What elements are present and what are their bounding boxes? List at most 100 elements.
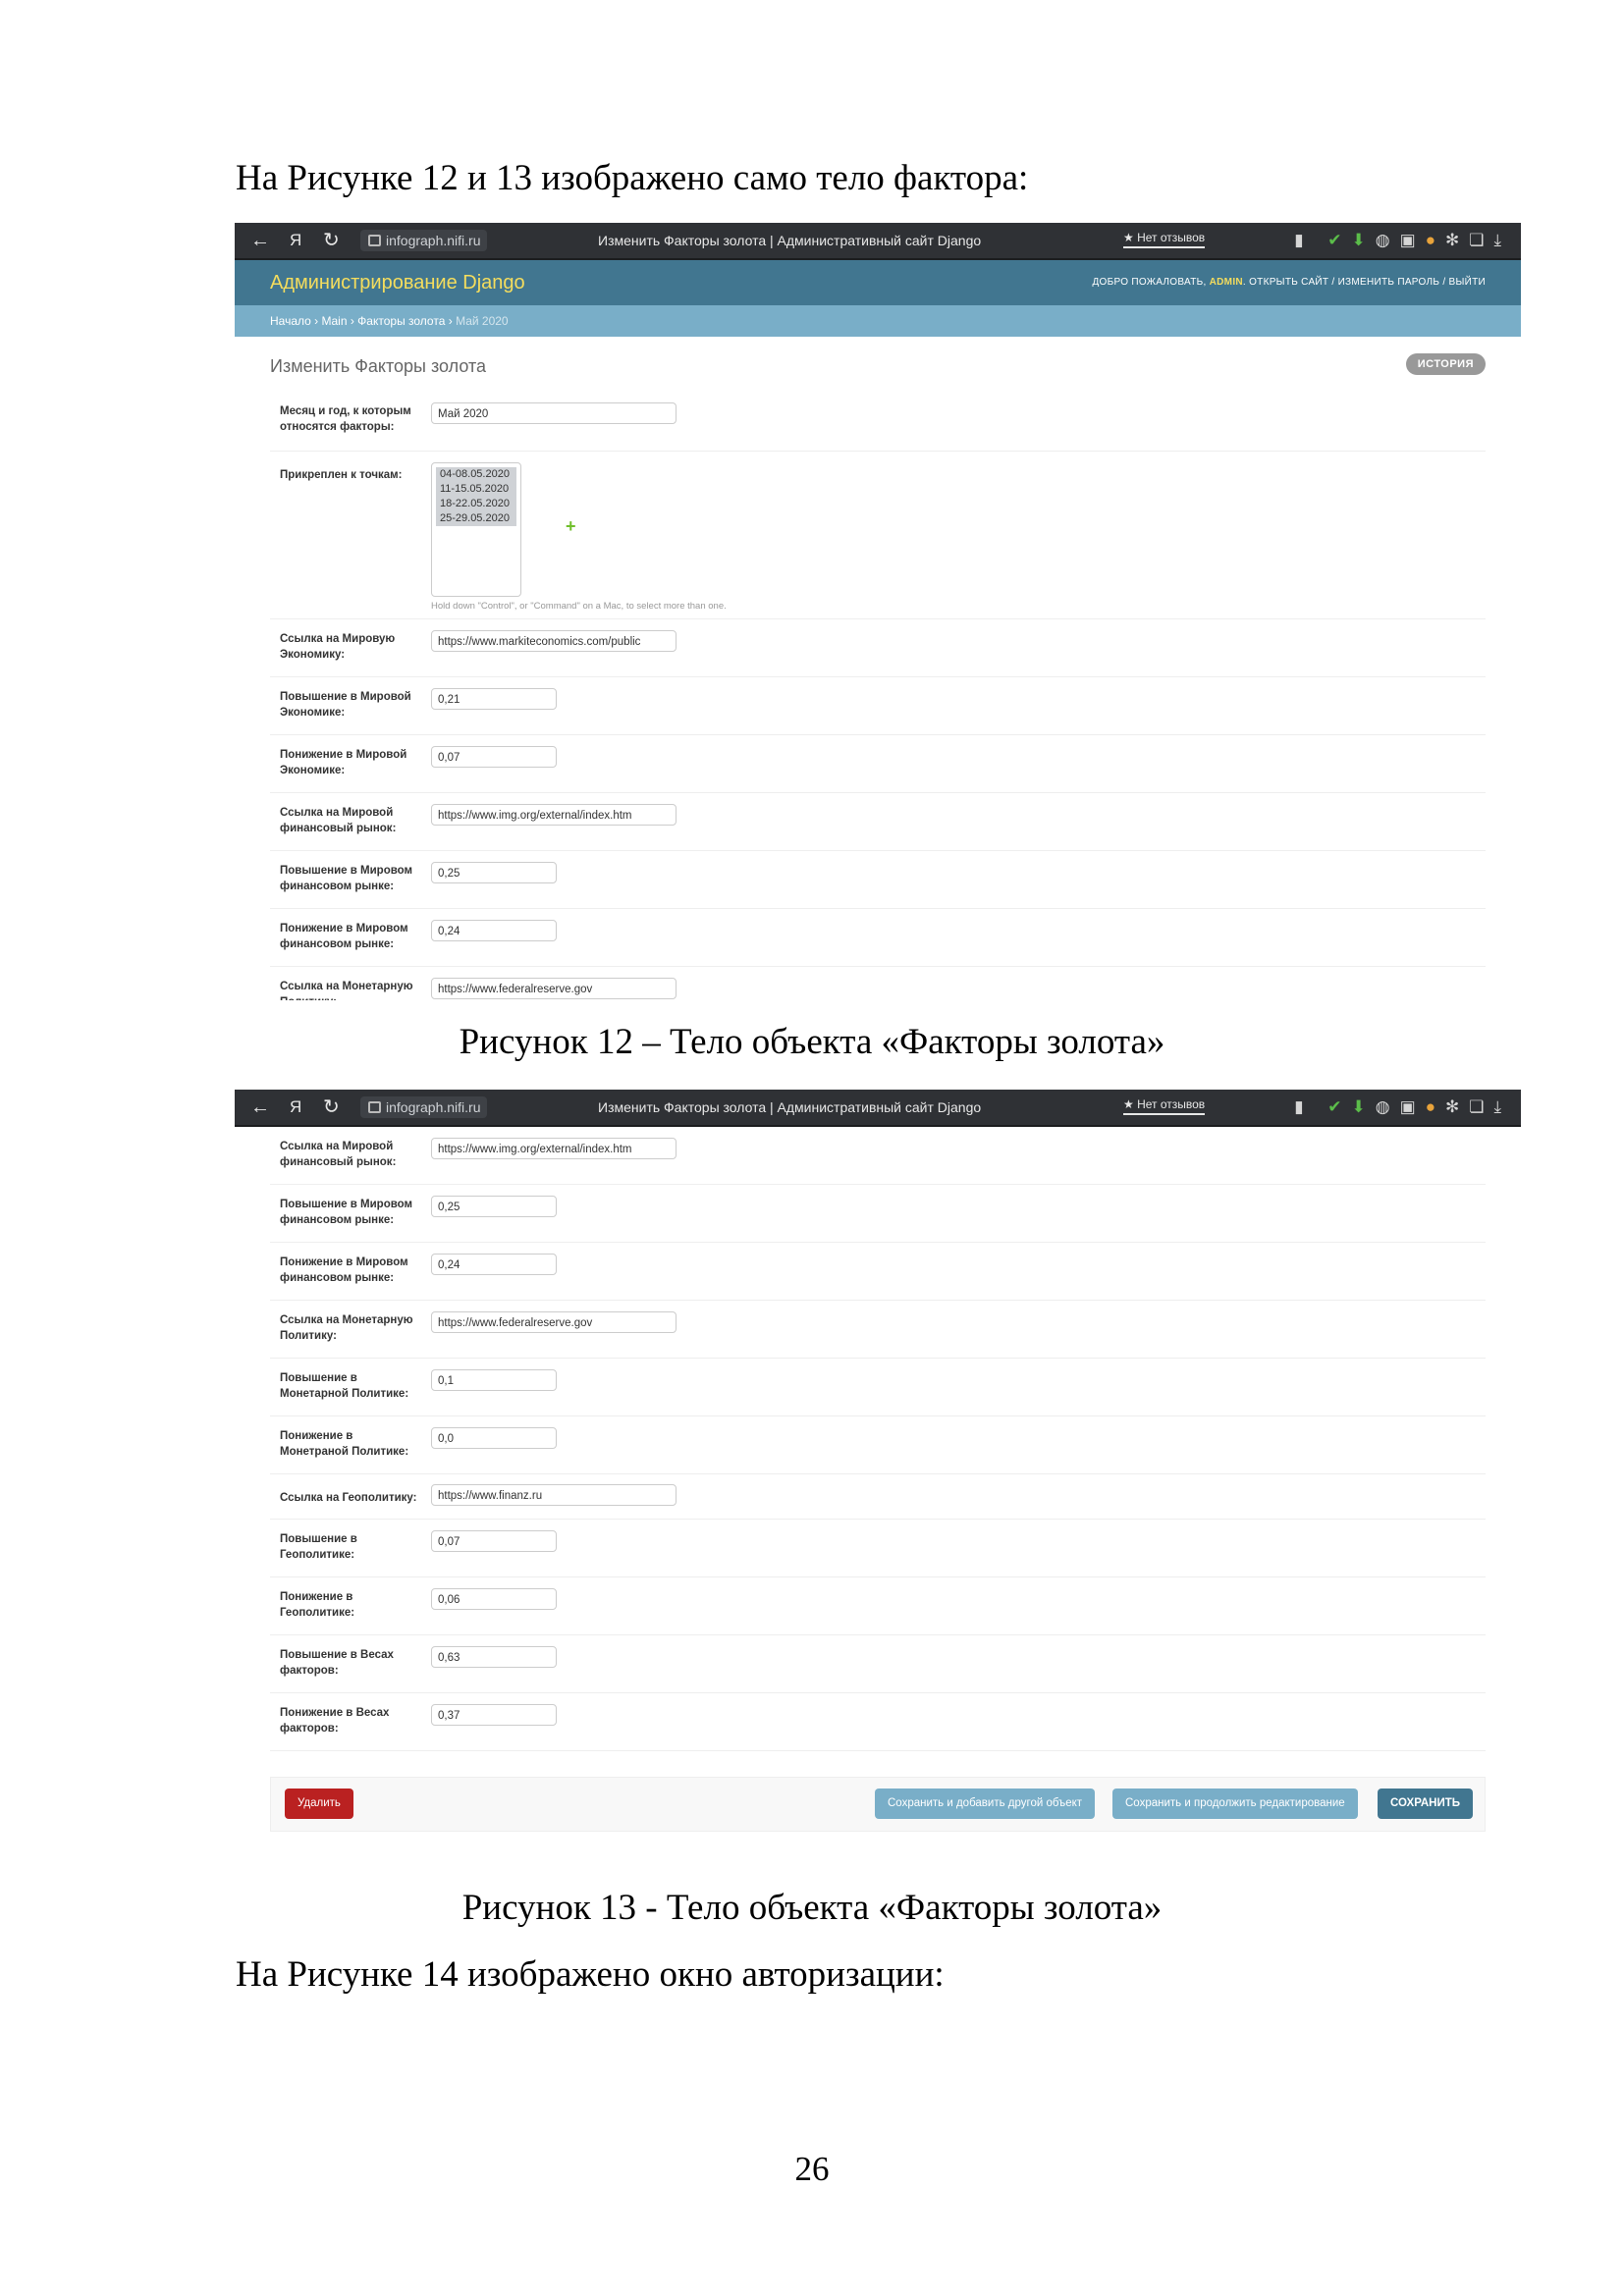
save-and-continue-button[interactable]: Сохранить и продолжить редактирование bbox=[1112, 1789, 1358, 1819]
reload-icon[interactable]: ↻ bbox=[323, 223, 340, 258]
field-label: Ссылка на Мировой финансовый рынок: bbox=[280, 1141, 397, 1168]
glasses-icon[interactable]: ▣ bbox=[1400, 1097, 1426, 1116]
points-option[interactable]: 04-08.05.2020 bbox=[436, 467, 516, 482]
help-text: Hold down "Control", or "Command" on a M… bbox=[431, 601, 727, 612]
chat-icon[interactable]: ❏ bbox=[1469, 231, 1493, 249]
tab-title: Изменить Факторы золота | Административн… bbox=[598, 1099, 982, 1115]
field-label: Повышение в Весах факторов: bbox=[280, 1649, 394, 1677]
geopolitics-up-input[interactable]: 0,07 bbox=[431, 1530, 557, 1552]
breadcrumb-home[interactable]: Начало bbox=[270, 314, 311, 328]
admin-brand[interactable]: Администрирование Django bbox=[270, 260, 525, 305]
tab-title: Изменить Факторы золота | Административн… bbox=[598, 233, 982, 248]
form-row: Ссылка на Геополитику: https://www.finan… bbox=[270, 1474, 1486, 1520]
shield-icon[interactable]: ✔ bbox=[1327, 1097, 1351, 1116]
points-option[interactable]: 18-22.05.2020 bbox=[436, 497, 516, 511]
form-row: Повышение в Весах факторов: 0,63 bbox=[270, 1635, 1486, 1693]
change-form: Ссылка на Мировой финансовый рынок: http… bbox=[235, 1127, 1521, 1832]
download-icon[interactable]: ⤓ bbox=[1493, 231, 1511, 249]
save-button[interactable]: СОХРАНИТЬ bbox=[1378, 1789, 1474, 1819]
monetary-policy-link-input[interactable]: https://www.federalreserve.gov bbox=[431, 1311, 677, 1333]
cookie-icon[interactable]: ● bbox=[1426, 231, 1445, 249]
field-label: Повышение в Мировом финансовом рынке: bbox=[280, 1199, 413, 1226]
weights-down-input[interactable]: 0,37 bbox=[431, 1704, 557, 1726]
back-icon[interactable]: ← bbox=[250, 223, 270, 258]
form-row: Ссылка на Монетарную Политику: https://w… bbox=[270, 967, 1486, 1000]
gear-icon[interactable]: ✻ bbox=[1445, 231, 1469, 249]
shield-icon[interactable]: ✔ bbox=[1327, 231, 1351, 249]
glasses-icon[interactable]: ▣ bbox=[1400, 231, 1426, 249]
breadcrumb-current: Май 2020 bbox=[456, 314, 509, 328]
figure-12-caption: Рисунок 12 – Тело объекта «Факторы золот… bbox=[459, 1022, 1165, 1062]
form-row-month: Месяц и год, к которым относятся факторы… bbox=[270, 394, 1486, 452]
field-label: Понижение в Мировом финансовом рынке: bbox=[280, 1256, 408, 1284]
field-label: Ссылка на Геополитику: bbox=[280, 1492, 417, 1504]
financial-market-down-input[interactable]: 0,24 bbox=[431, 920, 557, 941]
form-row: Повышение в Монетарной Политике: 0,1 bbox=[270, 1359, 1486, 1416]
field-label: Понижение в Мировой Экономике: bbox=[280, 749, 407, 776]
monetary-policy-up-input[interactable]: 0,1 bbox=[431, 1369, 557, 1391]
extension-icons: ▮ ✔⬇◍▣●✻❏⤓ bbox=[1294, 1090, 1511, 1125]
reviews-badge[interactable]: ★ Нет отзывов bbox=[1123, 229, 1206, 248]
bookmark-icon[interactable]: ▮ bbox=[1294, 231, 1313, 249]
world-economy-up-input[interactable]: 0,21 bbox=[431, 688, 557, 710]
financial-market-down-input[interactable]: 0,24 bbox=[431, 1254, 557, 1275]
submit-row: Удалить Сохранить и добавить другой объе… bbox=[270, 1777, 1486, 1832]
add-point-icon[interactable]: + bbox=[566, 516, 576, 537]
field-label: Понижение в Весах факторов: bbox=[280, 1707, 390, 1735]
globe-icon[interactable]: ◍ bbox=[1376, 231, 1400, 249]
cookie-icon[interactable]: ● bbox=[1426, 1097, 1445, 1116]
gear-icon[interactable]: ✻ bbox=[1445, 1097, 1469, 1116]
monetary-policy-down-input[interactable]: 0,0 bbox=[431, 1427, 557, 1449]
url-text: infograph.nifi.ru bbox=[386, 233, 481, 248]
history-button[interactable]: ИСТОРИЯ bbox=[1405, 353, 1486, 375]
reviews-badge[interactable]: ★ Нет отзывов bbox=[1123, 1095, 1206, 1115]
lock-icon bbox=[368, 235, 381, 246]
field-label: Ссылка на Мировой финансовый рынок: bbox=[280, 807, 397, 834]
delete-button[interactable]: Удалить bbox=[285, 1789, 353, 1819]
financial-market-link-input[interactable]: https://www.img.org/external/index.htm bbox=[431, 1138, 677, 1159]
back-icon[interactable]: ← bbox=[250, 1090, 270, 1125]
yandex-icon[interactable]: Я bbox=[290, 223, 301, 258]
breadcrumb: Начало › Main › Факторы золота › Май 202… bbox=[235, 305, 1521, 337]
download-arrow-icon[interactable]: ⬇ bbox=[1352, 1097, 1376, 1116]
world-economy-link-input[interactable]: https://www.markiteconomics.com/public bbox=[431, 630, 677, 652]
user-links[interactable]: . ОТКРЫТЬ САЙТ / ИЗМЕНИТЬ ПАРОЛЬ / ВЫЙТИ bbox=[1243, 277, 1486, 288]
points-multiselect[interactable]: 04-08.05.2020 11-15.05.2020 18-22.05.202… bbox=[431, 462, 521, 597]
field-label: Ссылка на Мировую Экономику: bbox=[280, 633, 396, 661]
download-icon[interactable]: ⤓ bbox=[1493, 1097, 1511, 1116]
yandex-icon[interactable]: Я bbox=[290, 1090, 301, 1125]
form-row: Повышение в Мировой Экономике: 0,21 bbox=[270, 677, 1486, 735]
bookmark-icon[interactable]: ▮ bbox=[1294, 1097, 1313, 1116]
field-label: Ссылка на Монетарную Политику: bbox=[280, 981, 413, 1000]
geopolitics-down-input[interactable]: 0,06 bbox=[431, 1588, 557, 1610]
address-bar[interactable]: infograph.nifi.ru bbox=[360, 230, 487, 251]
chat-icon[interactable]: ❏ bbox=[1469, 1097, 1493, 1116]
save-and-add-button[interactable]: Сохранить и добавить другой объект bbox=[875, 1789, 1096, 1819]
form-row: Понижение в Монетраной Политике: 0,0 bbox=[270, 1416, 1486, 1474]
world-economy-down-input[interactable]: 0,07 bbox=[431, 746, 557, 768]
weights-up-input[interactable]: 0,63 bbox=[431, 1646, 557, 1668]
reload-icon[interactable]: ↻ bbox=[323, 1090, 340, 1125]
globe-icon[interactable]: ◍ bbox=[1376, 1097, 1400, 1116]
browser-toolbar: ← Я ↻ infograph.nifi.ru Изменить Факторы… bbox=[235, 223, 1521, 260]
page-number: 26 bbox=[794, 2150, 830, 2188]
download-arrow-icon[interactable]: ⬇ bbox=[1352, 231, 1376, 249]
change-form: Изменить Факторы золота ИСТОРИЯ Месяц и … bbox=[235, 337, 1521, 1000]
monetary-policy-link-input[interactable]: https://www.federalreserve.gov bbox=[431, 978, 677, 999]
address-bar[interactable]: infograph.nifi.ru bbox=[360, 1096, 487, 1118]
points-option[interactable]: 11-15.05.2020 bbox=[436, 482, 516, 497]
extension-icons: ▮ ✔⬇◍▣●✻❏⤓ bbox=[1294, 223, 1511, 258]
geopolitics-link-input[interactable]: https://www.finanz.ru bbox=[431, 1484, 677, 1506]
breadcrumb-model[interactable]: Факторы золота bbox=[357, 314, 445, 328]
field-label: Понижение в Монетраной Политике: bbox=[280, 1430, 409, 1458]
financial-market-up-input[interactable]: 0,25 bbox=[431, 862, 557, 883]
field-label: Ссылка на Монетарную Политику: bbox=[280, 1314, 413, 1342]
url-text: infograph.nifi.ru bbox=[386, 1099, 481, 1115]
user-tools: ДОБРО ПОЖАЛОВАТЬ, ADMIN. ОТКРЫТЬ САЙТ / … bbox=[1092, 260, 1486, 305]
breadcrumb-app[interactable]: Main bbox=[321, 314, 347, 328]
financial-market-up-input[interactable]: 0,25 bbox=[431, 1196, 557, 1217]
month-input[interactable]: Май 2020 bbox=[431, 402, 677, 424]
field-label: Повышение в Монетарной Политике: bbox=[280, 1372, 409, 1400]
points-option[interactable]: 25-29.05.2020 bbox=[436, 511, 516, 526]
financial-market-link-input[interactable]: https://www.img.org/external/index.htm bbox=[431, 804, 677, 826]
